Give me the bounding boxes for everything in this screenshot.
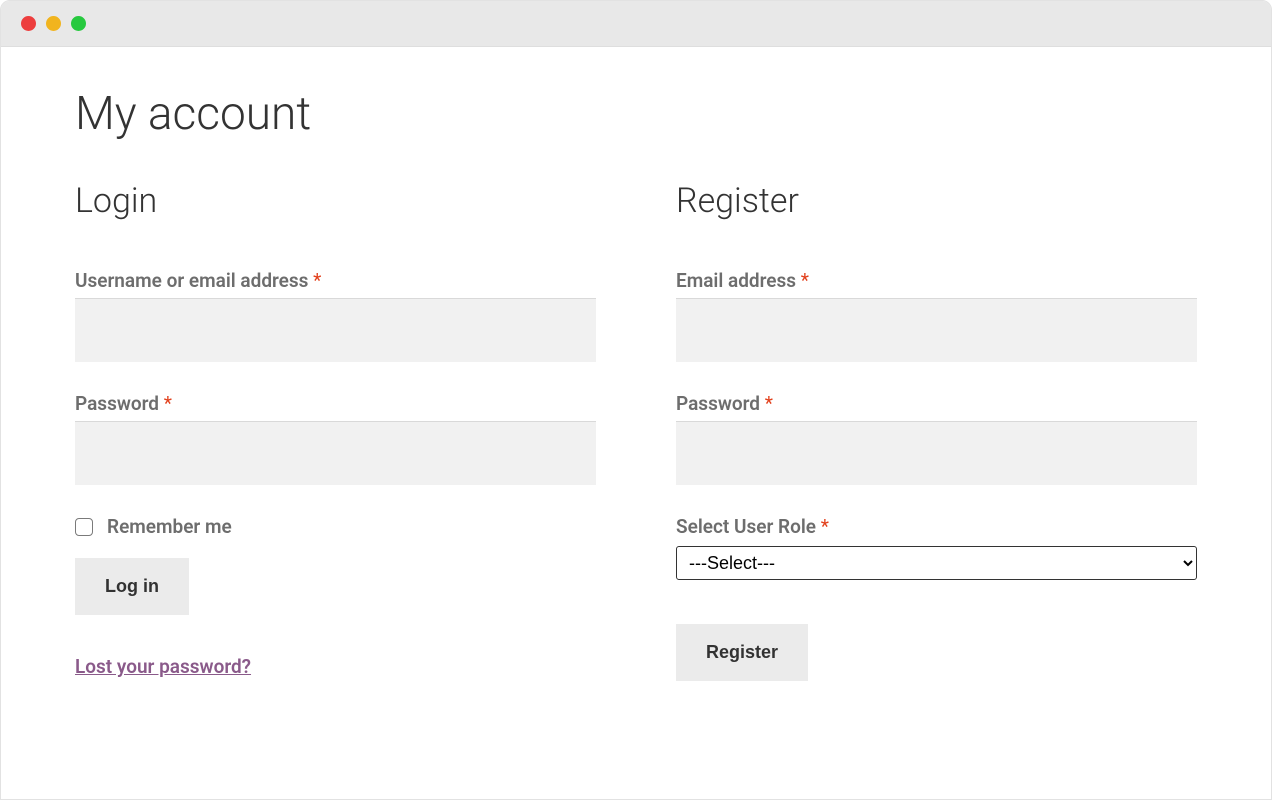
account-columns: Login Username or email address * Passwo… <box>75 181 1197 681</box>
login-section: Login Username or email address * Passwo… <box>75 181 596 681</box>
page-content: My account Login Username or email addre… <box>1 47 1271 799</box>
window-titlebar <box>1 1 1271 47</box>
remember-me-label: Remember me <box>107 515 232 538</box>
page-title: My account <box>75 87 1197 141</box>
register-section: Register Email address * Password * Sel <box>676 181 1197 681</box>
register-password-input[interactable] <box>676 421 1197 485</box>
lost-password-link[interactable]: Lost your password? <box>75 655 251 678</box>
register-button-wrap: Register <box>676 624 1197 681</box>
login-password-label: Password * <box>75 392 172 415</box>
required-marker: * <box>801 269 809 292</box>
register-email-label-text: Email address <box>676 269 801 292</box>
remember-me-checkbox[interactable] <box>75 518 93 536</box>
register-password-label: Password * <box>676 392 773 415</box>
register-role-row: Select User Role * ---Select--- <box>676 515 1197 580</box>
register-password-label-text: Password <box>676 392 765 415</box>
register-email-input[interactable] <box>676 298 1197 362</box>
window-zoom-button[interactable] <box>71 16 86 31</box>
login-username-input[interactable] <box>75 298 596 362</box>
login-heading: Login <box>75 181 596 221</box>
required-marker: * <box>164 392 172 415</box>
register-password-row: Password * <box>676 392 1197 485</box>
register-email-label: Email address * <box>676 269 809 292</box>
user-role-select[interactable]: ---Select--- <box>676 546 1197 580</box>
register-email-row: Email address * <box>676 269 1197 362</box>
login-password-input[interactable] <box>75 421 596 485</box>
window-minimize-button[interactable] <box>46 16 61 31</box>
register-button[interactable]: Register <box>676 624 808 681</box>
browser-window: My account Login Username or email addre… <box>0 0 1272 800</box>
login-username-label: Username or email address * <box>75 269 321 292</box>
register-role-label-text: Select User Role <box>676 515 821 538</box>
window-close-button[interactable] <box>21 16 36 31</box>
register-role-label: Select User Role * <box>676 515 829 538</box>
login-username-row: Username or email address * <box>75 269 596 362</box>
remember-me-row: Remember me <box>75 515 596 538</box>
login-password-label-text: Password <box>75 392 164 415</box>
login-username-label-text: Username or email address <box>75 269 313 292</box>
required-marker: * <box>821 515 829 538</box>
required-marker: * <box>313 269 321 292</box>
login-button[interactable]: Log in <box>75 558 189 615</box>
required-marker: * <box>765 392 773 415</box>
register-heading: Register <box>676 181 1197 221</box>
login-password-row: Password * <box>75 392 596 485</box>
